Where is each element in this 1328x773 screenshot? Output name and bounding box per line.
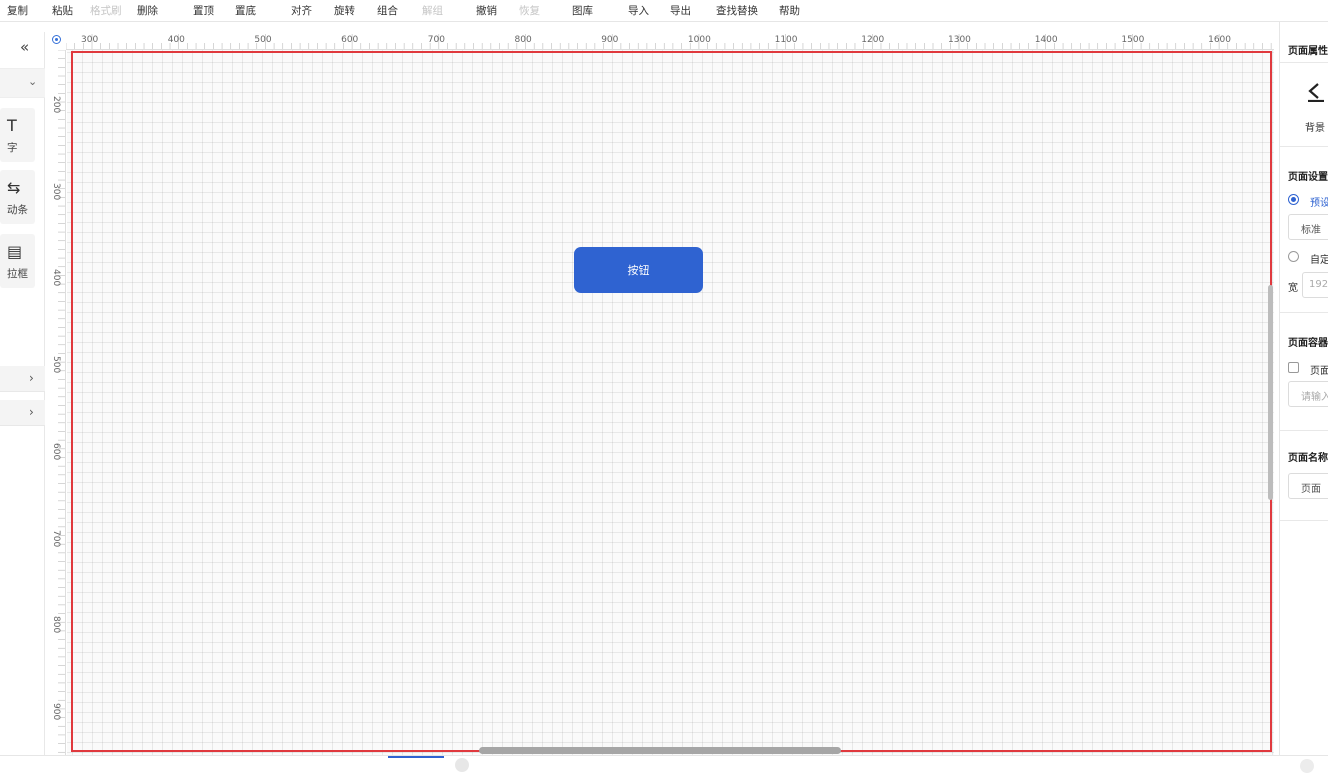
divider — [1280, 312, 1328, 313]
ruler-label: 1300 — [948, 35, 971, 45]
ruler-label: 400 — [167, 35, 185, 45]
toolbar-item[interactable]: 对齐 — [291, 5, 312, 17]
toolbar-item[interactable]: 删除 — [137, 5, 158, 17]
width-label: 宽 — [1288, 283, 1298, 294]
preset-value: 标准 — [1301, 225, 1321, 236]
component-group-1[interactable]: › — [0, 366, 45, 392]
divider — [1280, 430, 1328, 431]
properties-panel: 页面属性 背景 页面设置 预设 标准 自定义 宽 1920 页面容器 页面 请输… — [1279, 22, 1328, 755]
ruler-label: 800 — [514, 35, 532, 45]
section-title: 页面容器 — [1288, 338, 1328, 349]
ruler-label: 600 — [51, 442, 61, 460]
ruler-label: 1000 — [687, 35, 711, 45]
width-value: 1920 — [1309, 279, 1328, 290]
ruler-label: 300 — [81, 35, 99, 45]
ruler-label: 1400 — [1034, 35, 1058, 45]
ruler-label: 1200 — [861, 35, 885, 45]
custom-radio[interactable] — [1288, 251, 1299, 262]
toolbar-item: 恢复 — [519, 5, 540, 17]
toolbar-item[interactable]: 查找替换 — [716, 5, 758, 17]
toolbar-item[interactable]: 导出 — [670, 5, 691, 17]
toolbar-item[interactable]: 撤销 — [476, 5, 497, 17]
ruler-label: 200 — [51, 96, 61, 114]
scroll-icon: ⇆ — [7, 178, 21, 197]
component-label: 拉框 — [7, 268, 28, 280]
ruler-label: 600 — [341, 35, 359, 45]
add-page-button[interactable] — [455, 758, 469, 772]
component-category-select[interactable]: ⌄ — [0, 68, 45, 98]
horizontal-ruler: 300 400 500 600 700 800 900 1000 1100 1200 1300 140… — [66, 32, 1274, 50]
ruler-ticks — [58, 50, 65, 753]
toolbar-item[interactable]: 组合 — [377, 5, 398, 17]
section-title: 页面名称 — [1288, 453, 1328, 464]
divider — [1280, 146, 1328, 147]
component-group-2[interactable]: › — [0, 400, 45, 426]
preset-select[interactable]: 标准 — [1288, 214, 1328, 240]
background-icon[interactable] — [1304, 80, 1326, 102]
chevron-right-icon: › — [29, 405, 34, 419]
container-checkbox[interactable] — [1288, 362, 1299, 373]
toolbar-item[interactable]: 旋转 — [334, 5, 355, 17]
ruler-label: 800 — [51, 616, 61, 634]
section-title: 页面设置 — [1288, 172, 1328, 183]
ruler-label: 300 — [51, 182, 61, 200]
toolbar-item[interactable]: 置顶 — [193, 5, 214, 17]
preset-radio[interactable] — [1288, 194, 1299, 205]
canvas-button-component[interactable]: 按钮 — [574, 247, 703, 293]
vertical-ruler: 200 300 400 500 600 700 800 900 — [46, 50, 66, 755]
toolbar: 复制 粘贴 格式刷 删除 置顶 置底 对齐 旋转 组合 解组 撤销 恢复 图库 导入 导出 查找替换 帮助 — [0, 0, 1328, 22]
component-label: 字 — [7, 142, 18, 154]
zoom-button[interactable] — [1300, 759, 1314, 773]
chevron-right-icon: › — [29, 371, 34, 385]
custom-label: 自定义 — [1310, 255, 1328, 266]
ruler-origin-button[interactable] — [46, 32, 66, 50]
ruler-label: 900 — [51, 702, 61, 721]
toolbar-item[interactable]: 帮助 — [779, 5, 800, 17]
toolbar-item[interactable]: 置底 — [235, 5, 256, 17]
ruler-label: 1500 — [1121, 35, 1145, 45]
toolbar-item[interactable]: 导入 — [628, 5, 649, 17]
ruler-label: 500 — [254, 35, 272, 45]
container-placeholder: 请输入 — [1301, 392, 1328, 403]
container-input[interactable]: 请输入 — [1288, 381, 1328, 407]
left-panel: « ⌄ T 字 ⇆ 动条 ▤ 拉框 › › — [0, 32, 45, 767]
page-name-value: 页面 — [1301, 484, 1321, 495]
text-icon: T — [7, 116, 17, 135]
design-canvas[interactable]: 按钮 — [67, 50, 1274, 755]
chevron-down-icon: ⌄ — [28, 75, 38, 88]
toolbar-item: 格式刷 — [90, 5, 122, 17]
checkbox-label: 页面 — [1310, 366, 1328, 377]
divider — [1280, 62, 1328, 63]
ruler-label: 700 — [427, 35, 445, 45]
toolbar-item[interactable]: 粘贴 — [52, 5, 73, 17]
ruler-label: 1600 — [1208, 35, 1231, 45]
component-scrollbar[interactable]: ⇆ 动条 — [0, 170, 35, 224]
collapse-panel-icon[interactable]: « — [20, 38, 29, 56]
component-dropdown[interactable]: ▤ 拉框 — [0, 234, 35, 288]
toolbar-item[interactable]: 复制 — [7, 5, 28, 17]
component-label: 动条 — [7, 204, 28, 216]
page-tab[interactable] — [388, 756, 444, 768]
page-frame[interactable] — [71, 51, 1272, 752]
divider — [1280, 520, 1328, 521]
page-name-input[interactable]: 页面 — [1288, 473, 1328, 499]
width-input[interactable]: 1920 — [1302, 272, 1328, 298]
vertical-scrollbar[interactable] — [1268, 285, 1273, 500]
ruler-label: 900 — [601, 35, 619, 45]
target-icon — [52, 35, 61, 44]
background-label: 背景 — [1305, 123, 1325, 134]
ruler-label: 700 — [51, 529, 61, 547]
ruler-label: 400 — [51, 269, 61, 287]
dropdown-icon: ▤ — [7, 242, 23, 261]
component-text[interactable]: T 字 — [0, 108, 35, 162]
ruler-label: 1100 — [774, 35, 798, 45]
ruler-label: 500 — [51, 356, 61, 374]
toolbar-item[interactable]: 图库 — [572, 5, 593, 17]
panel-title: 页面属性 — [1288, 46, 1328, 57]
preset-label: 预设 — [1310, 198, 1328, 209]
horizontal-scrollbar[interactable] — [479, 747, 841, 754]
bottom-bar — [0, 755, 1328, 773]
toolbar-item: 解组 — [422, 5, 443, 17]
ruler-ticks — [66, 34, 1272, 49]
